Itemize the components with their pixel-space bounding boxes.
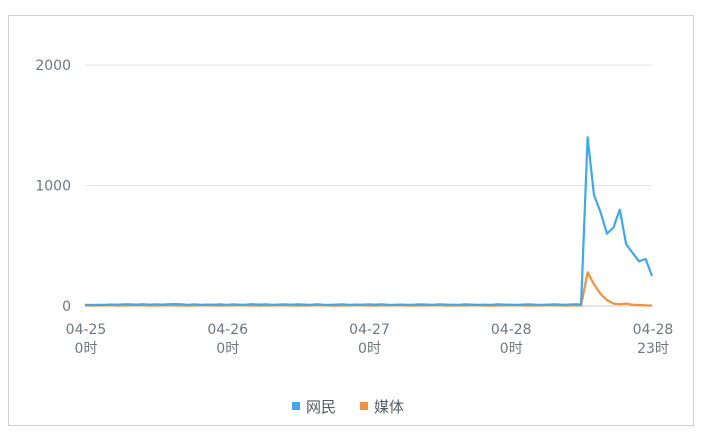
- x-tick-label: 0时: [216, 341, 239, 357]
- series-line-媒体: [84, 271, 653, 307]
- x-tick-label: 04-25: [66, 322, 107, 338]
- legend: 网民 媒体: [292, 398, 404, 416]
- x-axis-ticks: 04-25 0时 04-26 0时 04-27 0时 04-28 0时 04-28 23时: [66, 322, 674, 357]
- series-lines: [84, 136, 654, 307]
- y-tick-label: 2000: [35, 58, 71, 74]
- x-tick-label: 23时: [637, 341, 669, 357]
- y-tick-label: 1000: [35, 179, 71, 195]
- series-line-网民: [84, 136, 654, 307]
- x-tick-label: 0时: [75, 341, 98, 357]
- x-tick-label: 0时: [358, 341, 381, 357]
- x-tick-label: 04-26: [207, 322, 248, 338]
- legend-item[interactable]: 媒体: [360, 398, 404, 416]
- legend-swatch: [360, 402, 368, 410]
- y-axis-ticks: 0 1000 2000: [35, 58, 71, 315]
- x-tick-label: 04-27: [349, 322, 390, 338]
- x-tick-label: 0时: [500, 341, 523, 357]
- line-chart: 010002000 04-250时04-260时04-270时04-280时04…: [35, 58, 674, 416]
- x-tick-label: 04-28: [491, 322, 532, 338]
- legend-swatch: [292, 402, 300, 410]
- legend-item[interactable]: 网民: [292, 398, 336, 416]
- y-tick-label: 0: [62, 299, 71, 315]
- grid-lines: [85, 64, 652, 307]
- legend-label: 媒体: [374, 398, 404, 416]
- x-tick-label: 04-28: [633, 322, 674, 338]
- legend-label: 网民: [306, 398, 336, 416]
